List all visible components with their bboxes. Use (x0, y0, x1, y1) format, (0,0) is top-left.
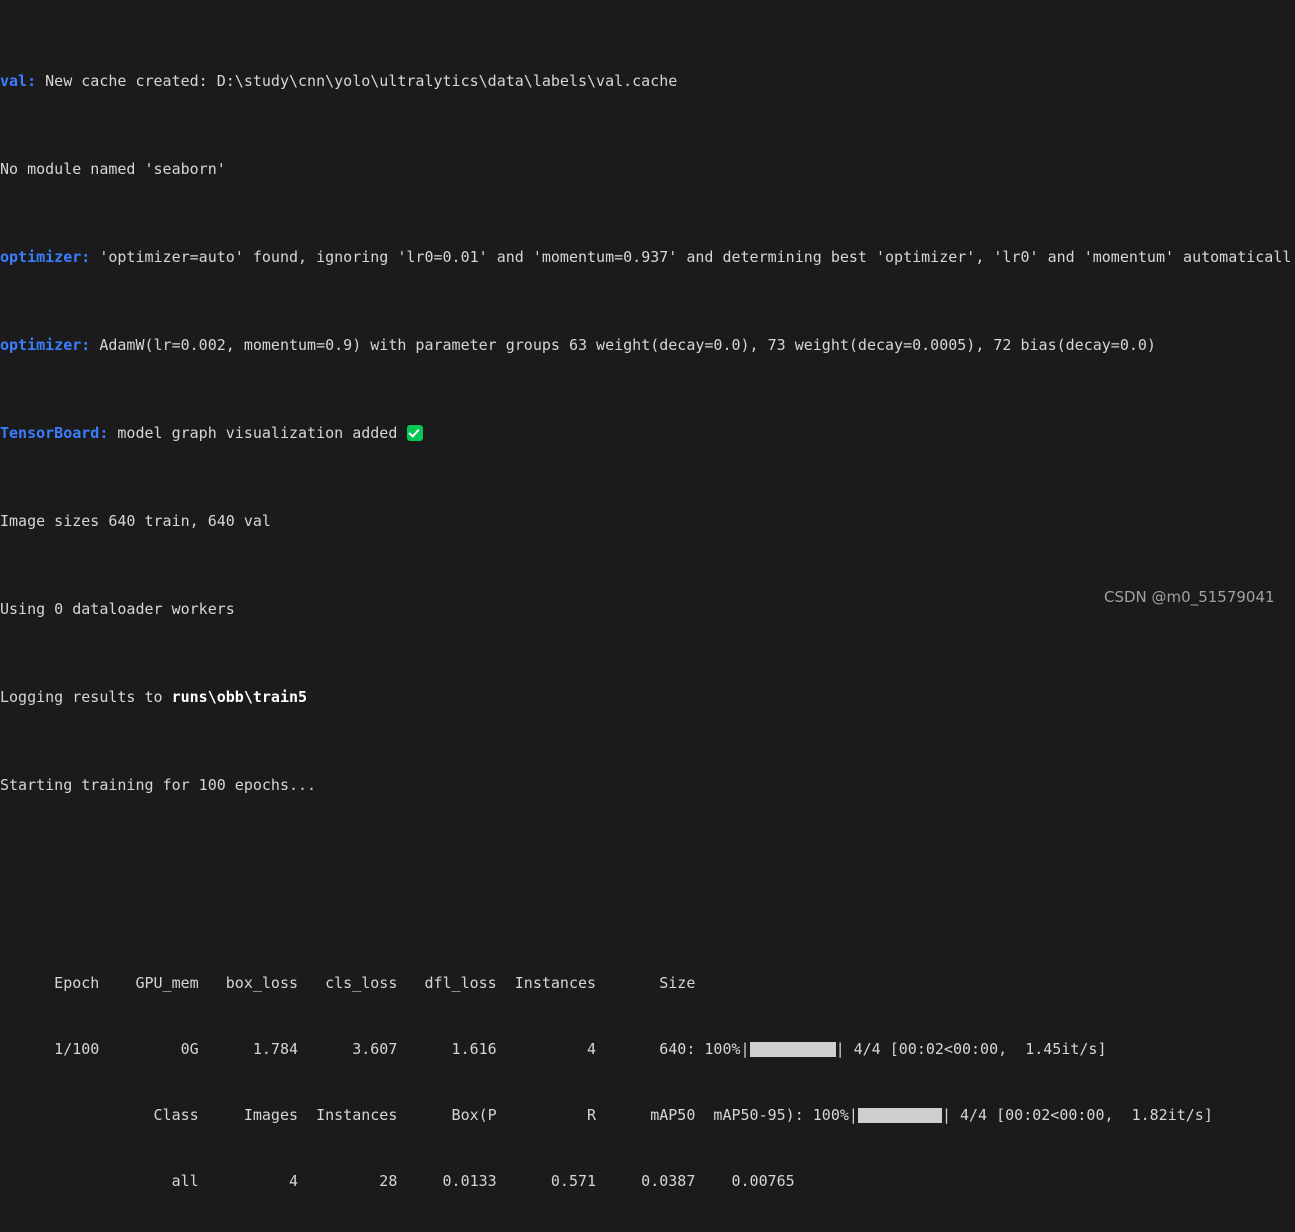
val-progress-bar (857, 1108, 942, 1123)
check-mark-icon (407, 425, 424, 441)
train-progress-row: 1/100 0G 1.784 3.607 1.616 4 640: 100%| |… (0, 1038, 1295, 1060)
log-line-logging: Logging results to runs\obb\train5 (0, 686, 1295, 708)
optimizer-text-2: AdamW(lr=0.002, momentum=0.9) with param… (90, 336, 1156, 354)
log-line-optimizer-auto: optimizer: 'optimizer=auto' found, ignor… (0, 246, 1295, 268)
seaborn-text: No module named 'seaborn' (0, 160, 226, 178)
val-label: val: (0, 72, 37, 90)
val-header: Class Images Instances Box(P R mAP50 mAP… (0, 1104, 1295, 1126)
log-line-starting: Starting training for 100 epochs... (0, 774, 1295, 796)
log-line-tensorboard: TensorBoard: model graph visualization a… (0, 422, 1295, 444)
logging-prefix: Logging results to (0, 688, 172, 706)
optimizer-text-1: 'optimizer=auto' found, ignoring 'lr0=0.… (90, 248, 1292, 266)
val-results-text: all 4 28 0.0133 0.571 0.0387 0.00765 (0, 1172, 795, 1190)
val-pct-text: 100%| (812, 1106, 858, 1124)
train-row-right: | 4/4 [00:02<00:00, 1.45it/s] (835, 1040, 1107, 1058)
image-sizes-text: Image sizes 640 train, 640 val (0, 512, 271, 530)
log-line-workers: Using 0 dataloader workers (0, 598, 1295, 620)
val-header-text: Class Images Instances Box(P R mAP50 mAP… (0, 1106, 813, 1124)
terminal-output: val: New cache created: D:\study\cnn\yol… (0, 0, 1295, 1190)
tensorboard-text: model graph visualization added (108, 424, 407, 442)
train-progress-bar (749, 1042, 836, 1057)
optimizer-label-2: optimizer: (0, 336, 91, 354)
train-header-text: Epoch GPU_mem box_loss cls_loss dfl_loss… (0, 974, 696, 992)
log-line-val: val: New cache created: D:\study\cnn\yol… (0, 70, 1295, 92)
log-line-optimizer-adamw: optimizer: AdamW(lr=0.002, momentum=0.9)… (0, 334, 1295, 356)
train-header: Epoch GPU_mem box_loss cls_loss dfl_loss… (0, 972, 1295, 994)
tensorboard-label: TensorBoard: (0, 424, 109, 442)
optimizer-label-1: optimizer: (0, 248, 91, 266)
log-line-seaborn: No module named 'seaborn' (0, 158, 1295, 180)
val-row-tail: | 4/4 [00:02<00:00, 1.82it/s] (941, 1106, 1213, 1124)
logging-path: runs\obb\train5 (171, 688, 308, 706)
val-results-row: all 4 28 0.0133 0.571 0.0387 0.00765 (0, 1170, 1295, 1192)
log-line-image-sizes: Image sizes 640 train, 640 val (0, 510, 1295, 532)
starting-text: Starting training for 100 epochs... (0, 776, 317, 794)
workers-text: Using 0 dataloader workers (0, 600, 235, 618)
val-text: New cache created: D:\study\cnn\yolo\ult… (36, 72, 678, 90)
train-row-left: 1/100 0G 1.784 3.607 1.616 4 640: 100%| (0, 1040, 750, 1058)
